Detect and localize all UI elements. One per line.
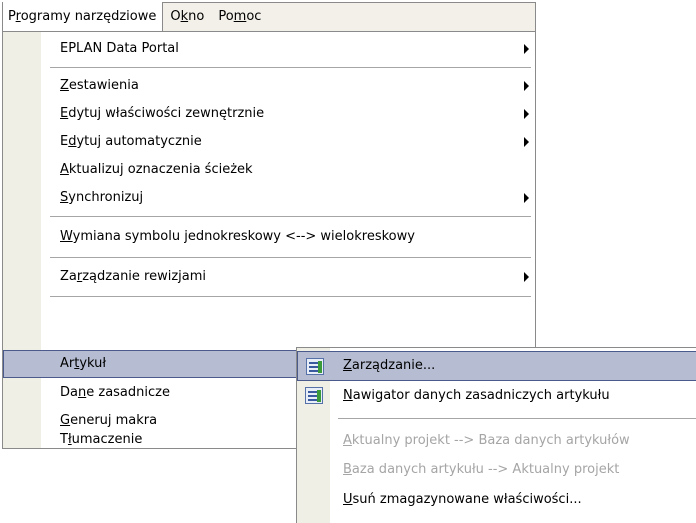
menu-item-tlumaczenie-label[interactable]: Tłumaczenie [2,426,296,454]
submenu-arrow-icon [524,44,529,54]
submenu-item-baza-do-projektu[interactable]: Baza danych artykułu --> Aktualny projek… [297,455,696,485]
menu-okno[interactable]: Okno [163,2,211,32]
menu-pomoc[interactable]: Pomoc [211,2,268,32]
menu-item-zestawienia[interactable]: Zestawienia [3,72,535,100]
submenu-arrow-icon [524,109,529,119]
menu-item-synchronizuj[interactable]: Synchronizuj [3,184,535,212]
submenu-arrow-icon [524,137,529,147]
article-management-icon [306,358,324,375]
submenu-item-projekt-do-bazy[interactable]: Aktualny projekt --> Baza danych artykuł… [297,426,696,456]
menu-item-edytuj-automatycznie[interactable]: Edytuj automatycznie [3,128,535,156]
menu-item-wymiana-symbolu[interactable]: Wymiana symbolu jednokreskowy <--> wielo… [3,223,535,251]
menu-separator [50,296,531,297]
menu-item-eplan-data-portal[interactable]: EPLAN Data Portal [3,35,535,63]
menu-separator [50,67,531,68]
menu-item-edytuj-wlasciwosci[interactable]: Edytuj właściwości zewnętrznie [3,100,535,128]
article-navigator-icon [305,387,323,404]
menu-separator [50,257,531,258]
submenu-separator [338,418,696,419]
submenu-arrow-icon [524,272,529,282]
menu-separator [50,216,531,217]
article-submenu: Zarządzanie... Nawigator danych zasadnic… [296,347,696,523]
menu-item-aktualizuj-oznaczenia[interactable]: Aktualizuj oznaczenia ścieżek [3,156,535,184]
menu-bar: Programy narzędziowe Okno Pomoc [2,2,536,32]
submenu-arrow-icon [524,81,529,91]
menu-programy-narzedziowe[interactable]: Programy narzędziowe [3,2,164,32]
submenu-item-zarzadzanie[interactable]: Zarządzanie... [297,351,696,381]
menu-item-zarzadzanie-rewizjami[interactable]: Zarządzanie rewizjami [3,263,535,291]
submenu-item-usun-wlasciwosci[interactable]: Usuń zmagazynowane właściwości... [297,485,696,515]
submenu-item-nawigator[interactable]: Nawigator danych zasadniczych artykułu [297,381,696,411]
submenu-arrow-icon [524,193,529,203]
